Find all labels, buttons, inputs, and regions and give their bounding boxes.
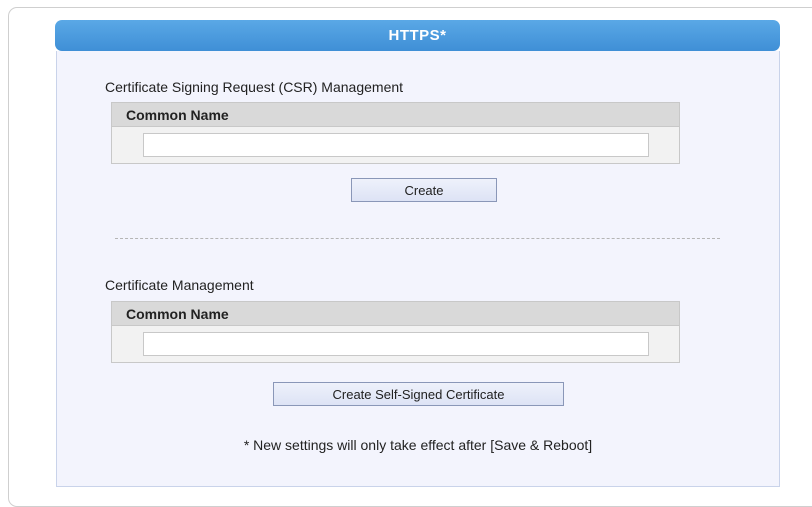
cert-common-name-input[interactable] — [142, 332, 649, 356]
cert-section-title: Certificate Management — [105, 277, 254, 293]
create-csr-button[interactable]: Create — [351, 178, 497, 202]
create-self-signed-certificate-button[interactable]: Create Self-Signed Certificate — [273, 382, 564, 406]
csr-common-name-input[interactable] — [142, 133, 649, 157]
reboot-note: * New settings will only take effect aft… — [243, 437, 593, 453]
page-title: HTTPS* — [388, 27, 447, 44]
cert-common-name-header: Common Name — [112, 302, 679, 326]
cert-common-name-row — [112, 326, 679, 362]
section-divider — [115, 238, 720, 239]
csr-common-name-row — [112, 127, 679, 163]
csr-common-name-table: Common Name — [111, 102, 680, 164]
cert-common-name-table: Common Name — [111, 301, 680, 363]
section-title-bar: HTTPS* — [55, 20, 780, 51]
csr-section-title: Certificate Signing Request (CSR) Manage… — [105, 79, 404, 95]
csr-common-name-header: Common Name — [112, 103, 679, 127]
